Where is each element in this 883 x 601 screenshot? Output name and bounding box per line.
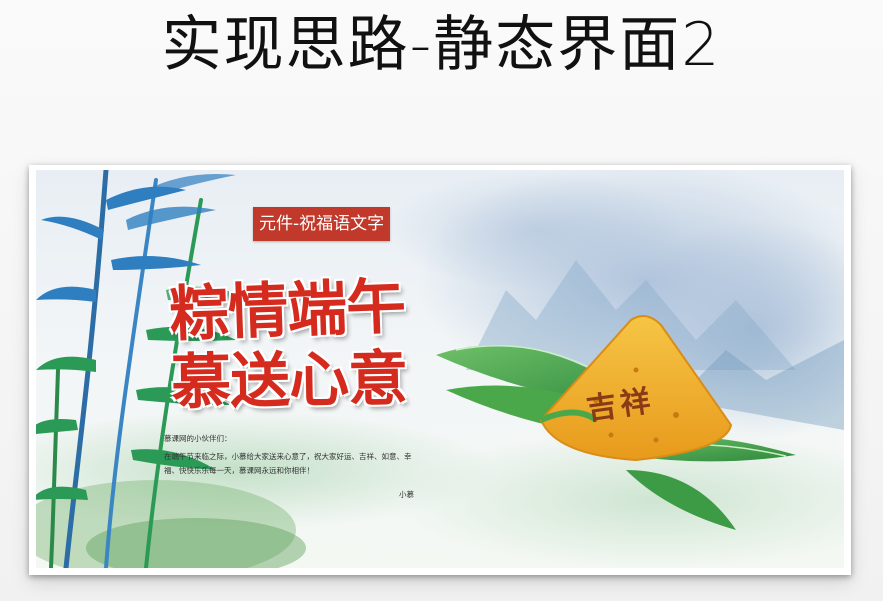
zongzi-label: 吉祥	[584, 383, 657, 428]
greeting-body: 在端午节来临之际，小慕给大家送来心意了，祝大家好运、吉祥、如意、幸福、快快乐乐每…	[164, 452, 412, 475]
greeting-salutation: 慕课网的小伙伴们：	[164, 434, 232, 443]
element-tag: 元件-祝福语文字	[253, 207, 391, 241]
banner-illustration	[36, 170, 844, 568]
greeting-text: 慕课网的小伙伴们： 在端午节来临之际，小慕给大家送来心意了，祝大家好运、吉祥、如…	[164, 432, 426, 502]
headline-line2: 慕送心意	[170, 343, 408, 419]
greeting-signature: 小慕	[399, 490, 414, 499]
dragon-boat-banner: 元件-祝福语文字 粽情端午 慕送心意 吉祥 慕课网的小伙伴们： 在端午节来临之际…	[36, 170, 844, 568]
slide-title: 实现思路-静态界面2	[161, 10, 722, 80]
banner-frame: 元件-祝福语文字 粽情端午 慕送心意 吉祥 慕课网的小伙伴们： 在端午节来临之际…	[29, 165, 851, 575]
slide: 实现思路-静态界面2 元件-祝福语文字 粽情端午 慕送心意 吉祥 慕课网的小伙伴…	[0, 0, 883, 601]
mountain-wash	[36, 170, 844, 568]
